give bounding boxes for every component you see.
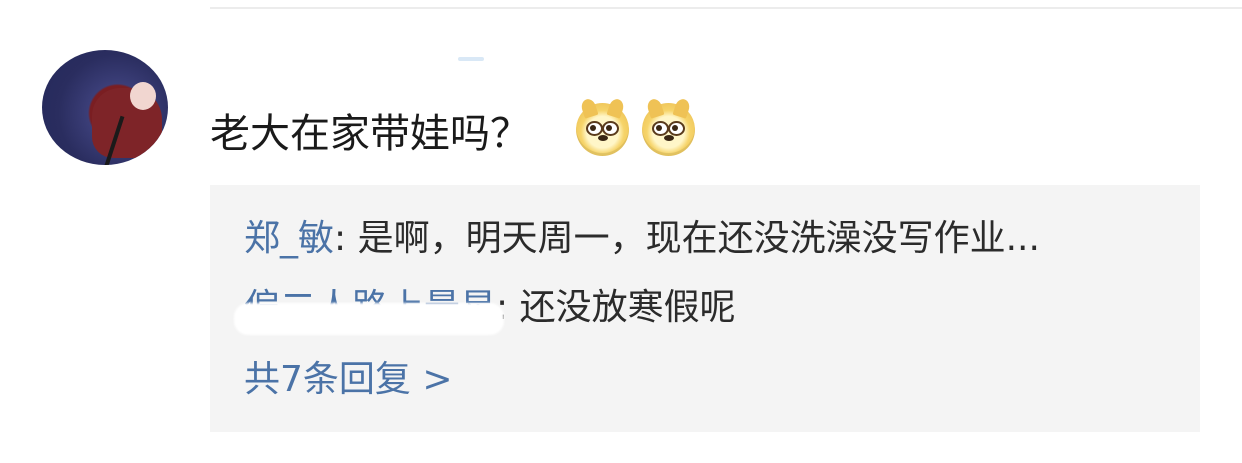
reply-item[interactable]: 郑_敏: 是啊，明天周一，现在还没洗澡没写作业...	[244, 214, 1040, 264]
avatar[interactable]	[42, 50, 168, 165]
reply-preview-box[interactable]: 郑_敏: 是啊，明天周一，现在还没洗澡没写作业... 偏二人路上最星: 还没放寒…	[210, 185, 1200, 432]
doge-emoji-icon	[576, 97, 629, 156]
reply-author[interactable]: 郑_敏	[244, 218, 334, 259]
doge-emoji-icon	[642, 97, 695, 156]
decorative-speck	[458, 57, 484, 61]
avatar-face	[130, 82, 156, 110]
redaction-mark	[234, 303, 504, 335]
reply-text: : 是啊，明天周一，现在还没洗澡没写作业...	[334, 218, 1040, 259]
reply-text: : 还没放寒假呢	[496, 287, 736, 328]
comment-text: 老大在家带娃吗？	[210, 111, 530, 157]
view-all-replies-link[interactable]: 共7条回复 >	[244, 355, 453, 405]
top-divider	[210, 7, 1242, 9]
